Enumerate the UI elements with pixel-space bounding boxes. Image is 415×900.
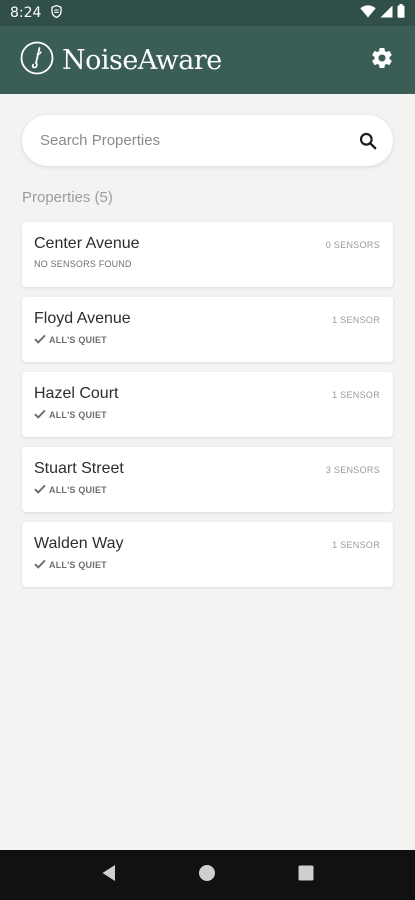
- back-button[interactable]: [89, 855, 129, 895]
- property-status: ALL'S QUIET: [34, 559, 381, 571]
- sensor-count: 1 SENSOR: [332, 390, 380, 400]
- search-icon[interactable]: [359, 132, 377, 150]
- signal-icon: [380, 5, 393, 22]
- wifi-icon: [360, 4, 376, 22]
- check-icon: [34, 409, 46, 421]
- app-title: NoiseAware: [62, 44, 222, 76]
- gear-icon: [370, 46, 394, 75]
- home-button[interactable]: [187, 855, 227, 895]
- sensor-count: 0 SENSORS: [325, 240, 380, 250]
- check-icon: [34, 334, 46, 346]
- search-bar: [22, 115, 393, 166]
- status-text: ALL'S QUIET: [49, 410, 107, 420]
- back-icon: [101, 864, 117, 887]
- property-list: Center Avenue 0 SENSORS NO SENSORS FOUND…: [22, 222, 393, 597]
- property-card[interactable]: Walden Way 1 SENSOR ALL'S QUIET: [22, 522, 393, 587]
- battery-icon: [397, 4, 405, 22]
- system-nav-bar: [0, 850, 415, 900]
- properties-heading: Properties (5): [22, 189, 113, 206]
- property-card[interactable]: Stuart Street 3 SENSORS ALL'S QUIET: [22, 447, 393, 512]
- sensor-count: 3 SENSORS: [325, 465, 380, 475]
- check-icon: [34, 484, 46, 496]
- status-text: ALL'S QUIET: [49, 485, 107, 495]
- settings-button[interactable]: [367, 45, 397, 75]
- status-text: ALL'S QUIET: [49, 560, 107, 570]
- home-icon: [198, 864, 216, 887]
- sensor-count: 1 SENSOR: [332, 315, 380, 325]
- property-status: ALL'S QUIET: [34, 484, 381, 496]
- property-card[interactable]: Floyd Avenue 1 SENSOR ALL'S QUIET: [22, 297, 393, 362]
- recents-button[interactable]: [286, 855, 326, 895]
- status-text: ALL'S QUIET: [49, 335, 107, 345]
- property-name: Walden Way: [34, 535, 124, 552]
- property-name: Hazel Court: [34, 385, 119, 402]
- recents-icon: [298, 865, 314, 886]
- status-text: NO SENSORS FOUND: [34, 259, 132, 269]
- brand: NoiseAware: [20, 41, 222, 80]
- property-card[interactable]: Hazel Court 1 SENSOR ALL'S QUIET: [22, 372, 393, 437]
- shield-icon: [51, 4, 63, 22]
- search-input[interactable]: [38, 131, 342, 150]
- noiseaware-logo-icon: [20, 41, 54, 80]
- status-bar: 8:24: [0, 0, 415, 26]
- property-card[interactable]: Center Avenue 0 SENSORS NO SENSORS FOUND: [22, 222, 393, 287]
- property-name: Floyd Avenue: [34, 310, 131, 327]
- sensor-count: 1 SENSOR: [332, 540, 380, 550]
- property-status: NO SENSORS FOUND: [34, 259, 381, 269]
- app-bar: NoiseAware: [0, 26, 415, 94]
- property-status: ALL'S QUIET: [34, 334, 381, 346]
- check-icon: [34, 559, 46, 571]
- status-time: 8:24: [10, 5, 42, 21]
- property-status: ALL'S QUIET: [34, 409, 381, 421]
